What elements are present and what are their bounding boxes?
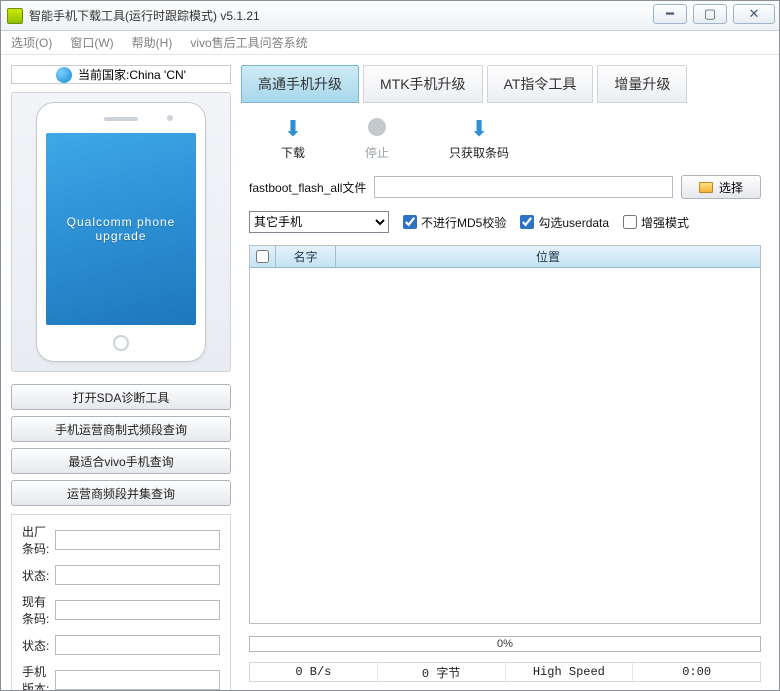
options-row: 其它手机 不进行MD5校验 勾选userdata 增强模式 [241, 205, 769, 237]
maximize-button[interactable]: ▢ [693, 4, 727, 24]
status-row: 0 B/s 0 字节 High Speed 0:00 [249, 662, 761, 682]
menubar: 选项(O) 窗口(W) 帮助(H) vivo售后工具问答系统 [1, 31, 779, 55]
side-buttons: 打开SDA诊断工具 手机运营商制式频段查询 最适合vivo手机查询 运营商频段并… [11, 384, 231, 506]
stop-icon [368, 118, 386, 140]
phone-screen-line2: upgrade [95, 229, 146, 243]
menu-vivo-faq[interactable]: vivo售后工具问答系统 [190, 34, 307, 51]
tab-at[interactable]: AT指令工具 [487, 65, 594, 103]
grid-header: 名字 位置 [250, 246, 760, 268]
phone-preview-frame: Qualcomm phone upgrade [11, 92, 231, 372]
status-mode: High Speed [506, 663, 634, 681]
factory-barcode-label: 出厂条码: [22, 523, 51, 557]
no-md5-input[interactable] [403, 215, 417, 229]
window-title: 智能手机下载工具(运行时跟踪模式) v5.1.21 [29, 7, 260, 24]
grid-body [250, 268, 760, 623]
select-all-checkbox[interactable] [256, 250, 269, 263]
enhanced-label: 增强模式 [641, 214, 689, 231]
no-md5-checkbox[interactable]: 不进行MD5校验 [403, 214, 506, 231]
phone-version-input[interactable] [55, 670, 220, 690]
current-barcode-label: 现有条码: [22, 593, 51, 627]
toolbar: ⬇ 下载 停止 ⬇ 只获取条码 [241, 109, 769, 165]
no-md5-label: 不进行MD5校验 [421, 214, 506, 231]
current-barcode-row: 现有条码: [22, 593, 220, 627]
phone-type-select[interactable]: 其它手机 [249, 211, 389, 233]
grid-header-name[interactable]: 名字 [276, 246, 336, 267]
progress-area: 0% [249, 636, 761, 652]
fetch-barcode-label: 只获取条码 [449, 144, 509, 161]
file-row: fastboot_flash_all文件 选择 [241, 171, 769, 199]
phone-version-label: 手机版本: [22, 663, 51, 690]
file-label: fastboot_flash_all文件 [249, 179, 366, 196]
status-speed: 0 B/s [250, 663, 378, 681]
fetch-barcode-tool[interactable]: ⬇ 只获取条码 [449, 118, 509, 161]
window-buttons: ━ ▢ ✕ [653, 4, 775, 24]
status2-input[interactable] [55, 635, 220, 655]
country-box: 当前国家:China 'CN' [11, 65, 231, 84]
phone-screen-line1: Qualcomm phone [67, 215, 176, 229]
status1-row: 状态: [22, 565, 220, 585]
status2-row: 状态: [22, 635, 220, 655]
tab-strip: 高通手机升级 MTK手机升级 AT指令工具 增量升级 [241, 65, 769, 103]
status2-label: 状态: [22, 637, 51, 654]
download-label: 下载 [281, 144, 305, 161]
country-label: 当前国家:China 'CN' [78, 66, 186, 83]
browse-label: 选择 [719, 179, 743, 196]
status1-input[interactable] [55, 565, 220, 585]
stop-label: 停止 [365, 144, 389, 161]
left-column: 当前国家:China 'CN' Qualcomm phone upgrade 打… [11, 65, 231, 682]
file-path-input[interactable] [374, 176, 673, 198]
menu-options[interactable]: 选项(O) [11, 34, 52, 51]
enhanced-checkbox[interactable]: 增强模式 [623, 214, 689, 231]
status1-label: 状态: [22, 567, 51, 584]
current-barcode-input[interactable] [55, 600, 220, 620]
phone-camera-icon [167, 115, 173, 121]
minimize-button[interactable]: ━ [653, 4, 687, 24]
factory-barcode-input[interactable] [55, 530, 220, 550]
grid-header-location[interactable]: 位置 [336, 246, 760, 267]
menu-help[interactable]: 帮助(H) [132, 34, 173, 51]
fetch-barcode-icon: ⬇ [470, 118, 488, 140]
app-window: 智能手机下载工具(运行时跟踪模式) v5.1.21 ━ ▢ ✕ 选项(O) 窗口… [0, 0, 780, 691]
grid-header-checkbox[interactable] [250, 246, 276, 267]
browse-button[interactable]: 选择 [681, 175, 761, 199]
tab-qualcomm[interactable]: 高通手机升级 [241, 65, 359, 103]
userdata-checkbox[interactable]: 勾选userdata [520, 214, 609, 231]
enhanced-input[interactable] [623, 215, 637, 229]
status-bytes: 0 字节 [378, 663, 506, 681]
download-icon: ⬇ [284, 118, 302, 140]
close-button[interactable]: ✕ [733, 4, 775, 24]
phone-version-row: 手机版本: [22, 663, 220, 690]
phone-illustration: Qualcomm phone upgrade [36, 102, 206, 362]
status-time: 0:00 [633, 663, 760, 681]
globe-icon [56, 67, 72, 83]
best-vivo-query-button[interactable]: 最适合vivo手机查询 [11, 448, 231, 474]
userdata-label: 勾选userdata [538, 214, 609, 231]
progress-percent: 0% [250, 637, 760, 651]
factory-barcode-row: 出厂条码: [22, 523, 220, 557]
file-grid: 名字 位置 [249, 245, 761, 624]
app-icon [7, 8, 23, 24]
phone-screen: Qualcomm phone upgrade [46, 133, 196, 325]
userdata-input[interactable] [520, 215, 534, 229]
phone-speaker-icon [104, 117, 138, 121]
tab-mtk[interactable]: MTK手机升级 [363, 65, 483, 103]
open-sda-button[interactable]: 打开SDA诊断工具 [11, 384, 231, 410]
stop-tool[interactable]: 停止 [365, 118, 389, 161]
progress-bar: 0% [249, 636, 761, 652]
tab-delta[interactable]: 增量升级 [597, 65, 687, 103]
client-area: 当前国家:China 'CN' Qualcomm phone upgrade 打… [1, 55, 779, 690]
download-tool[interactable]: ⬇ 下载 [281, 118, 305, 161]
phone-home-icon [113, 335, 129, 351]
carrier-band-union-button[interactable]: 运营商频段并集查询 [11, 480, 231, 506]
menu-window[interactable]: 窗口(W) [70, 34, 113, 51]
titlebar: 智能手机下载工具(运行时跟踪模式) v5.1.21 ━ ▢ ✕ [1, 1, 779, 31]
folder-icon [699, 182, 713, 193]
barcode-info-group: 出厂条码: 状态: 现有条码: 状态: 手机版本: [11, 514, 231, 690]
carrier-band-query-button[interactable]: 手机运营商制式频段查询 [11, 416, 231, 442]
right-column: 高通手机升级 MTK手机升级 AT指令工具 增量升级 ⬇ 下载 停止 ⬇ 只获取… [241, 65, 769, 682]
